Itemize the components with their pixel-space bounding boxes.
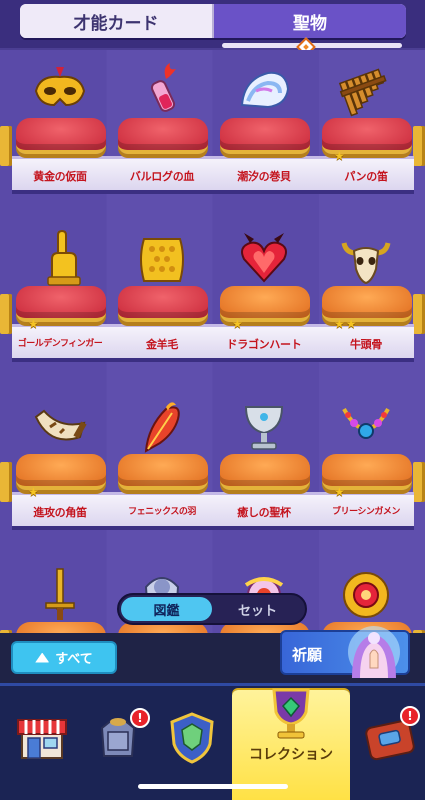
pray-label: 祈願: [292, 646, 323, 664]
pray-button[interactable]: 祈願: [280, 626, 410, 678]
relic-card[interactable]: ★ 進攻の角笛: [10, 386, 110, 546]
relic-name: 金羊毛: [145, 338, 179, 351]
trophy-cup-icon: [272, 688, 310, 739]
tab-relics[interactable]: 聖物: [214, 4, 406, 38]
star-rating: ★: [334, 486, 345, 498]
home-indicator: [138, 784, 288, 789]
tab-talent-cards[interactable]: 才能カード: [20, 4, 212, 38]
phoenix-feather-icon: [144, 402, 180, 453]
relic-card[interactable]: 黄金の仮面: [10, 50, 110, 210]
cushion: [220, 118, 310, 154]
dragon-heart-icon: [241, 233, 287, 283]
golden-finger-icon: [47, 229, 81, 286]
cushion: [220, 454, 310, 490]
star-rating: ★: [28, 318, 39, 330]
relic-card[interactable]: バルログの血: [112, 50, 212, 210]
tab-frame: 才能カード 聖物: [20, 4, 406, 38]
filter-all-button[interactable]: すべて: [11, 641, 117, 674]
hero-shield-icon[interactable]: [162, 706, 222, 766]
pan-flute-icon: [338, 68, 387, 117]
relic-name: バルログの血: [129, 170, 195, 183]
relic-name: 黄金の仮面: [33, 170, 87, 183]
relic-card[interactable]: ★ パンの笛: [316, 50, 416, 210]
relic-card[interactable]: ★ ドラゴンハート: [214, 218, 314, 378]
relic-card[interactable]: フェニックスの羽: [112, 386, 212, 546]
star-icon: ★: [345, 317, 357, 331]
star-icon: ★: [334, 485, 345, 499]
relic-card[interactable]: ★ ゴールデンフィンガー: [10, 218, 110, 378]
toggle-set[interactable]: セット: [212, 597, 303, 621]
relic-name: フェニックスの羽: [128, 507, 196, 517]
star-icon: ★: [28, 485, 39, 499]
balrog-blood-vial-icon: [150, 63, 176, 112]
star-icon: ★: [334, 317, 345, 331]
cushion: [118, 454, 208, 490]
star-rating: ★: [28, 486, 39, 498]
relic-card[interactable]: ★ ★ 牛頭骨: [316, 218, 416, 378]
relic-name: ドラゴンハート: [226, 338, 302, 351]
golden-mask-icon: [34, 67, 86, 107]
relic-name: 潮汐の巻貝: [237, 170, 291, 183]
triangle-up-icon: [35, 652, 50, 663]
star-icon: ★: [334, 149, 345, 163]
star-rating: ★ ★: [334, 318, 357, 330]
cushion: [16, 118, 106, 154]
relic-card[interactable]: ★ ブリーシンガメン: [316, 386, 416, 546]
relic-name: 牛頭骨: [349, 338, 383, 351]
shop-icon[interactable]: [12, 706, 72, 766]
relic-name: 進攻の角笛: [33, 506, 87, 519]
tidal-conch-icon: [240, 71, 290, 109]
relic-card[interactable]: 潮汐の巻貝: [214, 50, 314, 210]
star-icon: ★: [28, 317, 39, 331]
armor-alert-badge: !: [130, 708, 150, 728]
cushion: [118, 286, 208, 322]
relic-name: パンの笛: [344, 170, 388, 183]
bag-alert-badge: !: [400, 706, 420, 726]
golden-fleece-icon: [140, 238, 184, 282]
war-horn-icon: [34, 409, 87, 441]
view-toggle: 図鑑 セット: [117, 593, 307, 625]
sun-medallion-icon: [343, 572, 389, 618]
brisingamen-necklace-icon: [342, 408, 390, 439]
relic-card[interactable]: 癒しの聖杯: [214, 386, 314, 546]
golden-sword-icon: [45, 568, 75, 620]
bottom-navigation: ! !: [0, 683, 425, 800]
relic-name: ゴールデンフィンガー: [17, 339, 103, 349]
filter-all-label: すべて: [55, 652, 93, 667]
star-icon: ★: [232, 317, 243, 331]
cushion: [118, 118, 208, 154]
relic-name: ブリーシンガメン: [332, 507, 400, 517]
healing-chalice-icon: [244, 406, 284, 450]
praying-hands-icon: [348, 626, 400, 678]
relic-card[interactable]: 金羊毛: [112, 218, 212, 378]
top-tab-bar: 才能カード 聖物: [0, 0, 425, 57]
nav-collection-label: コレクション: [249, 747, 333, 763]
star-rating: ★: [232, 318, 243, 330]
bull-skull-icon: [341, 242, 391, 285]
toggle-encyclopedia[interactable]: 図鑑: [121, 597, 212, 621]
star-rating: ★: [334, 150, 345, 162]
relic-name: 癒しの聖杯: [237, 506, 291, 519]
